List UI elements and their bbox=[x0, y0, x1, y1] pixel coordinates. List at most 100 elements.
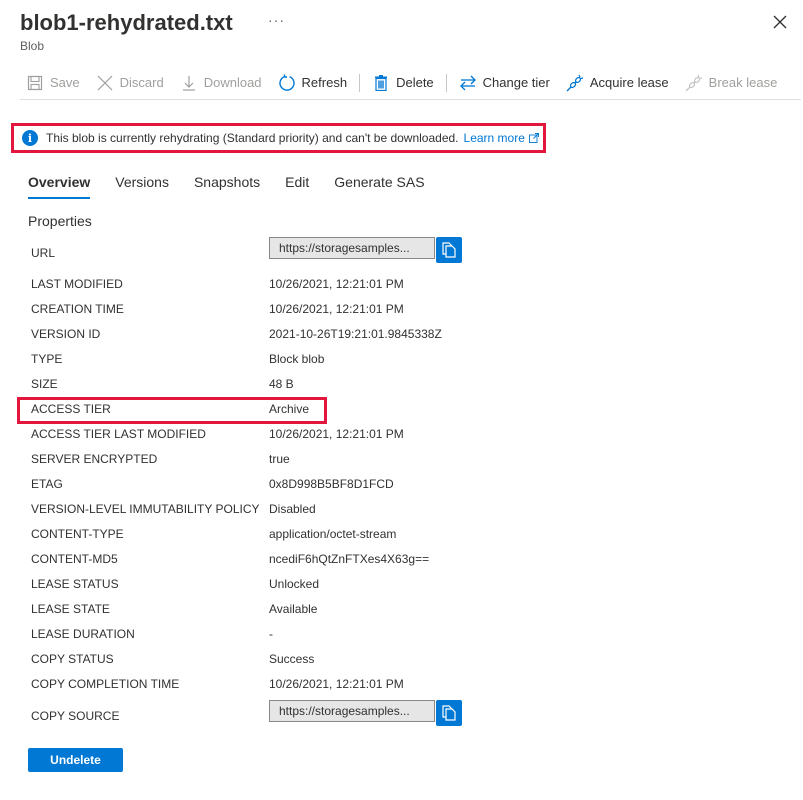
close-icon bbox=[773, 15, 787, 29]
tab-snapshots[interactable]: Snapshots bbox=[194, 174, 260, 197]
property-row: SIZE 48 B bbox=[31, 374, 294, 394]
break-lease-label: Break lease bbox=[708, 75, 778, 90]
refresh-icon bbox=[278, 74, 296, 92]
property-row-url: URL bbox=[31, 243, 269, 263]
property-row: LEASE DURATION - bbox=[31, 624, 273, 644]
undelete-button[interactable]: Undelete bbox=[28, 748, 123, 772]
property-row: ACCESS TIER LAST MODIFIED 10/26/2021, 12:… bbox=[31, 424, 404, 444]
url-field[interactable]: https://storagesamples... bbox=[269, 237, 435, 259]
property-label: CONTENT-TYPE bbox=[31, 527, 124, 541]
property-value: Block blob bbox=[269, 352, 325, 366]
property-value: 10/26/2021, 12:21:01 PM bbox=[269, 302, 404, 316]
save-label: Save bbox=[50, 75, 80, 90]
property-value: Disabled bbox=[269, 502, 316, 516]
property-value: true bbox=[269, 452, 290, 466]
change-tier-icon bbox=[459, 74, 477, 92]
delete-button[interactable]: Delete bbox=[364, 71, 442, 95]
property-label: COPY STATUS bbox=[31, 652, 114, 666]
tab-versions[interactable]: Versions bbox=[115, 174, 169, 197]
property-label: LEASE DURATION bbox=[31, 627, 135, 641]
property-value: 10/26/2021, 12:21:01 PM bbox=[269, 677, 404, 691]
property-value: application/octet-stream bbox=[269, 527, 397, 541]
property-row: TYPE Block blob bbox=[31, 349, 324, 369]
page-title: blob1-rehydrated.txt bbox=[20, 10, 233, 35]
property-value: 10/26/2021, 12:21:01 PM bbox=[269, 277, 404, 291]
learn-more-label: Learn more bbox=[463, 131, 525, 145]
property-label: SIZE bbox=[31, 377, 58, 391]
info-message: This blob is currently rehydrating (Stan… bbox=[46, 131, 459, 145]
copy-source-copy-button[interactable] bbox=[436, 700, 462, 726]
toolbar-separator bbox=[445, 73, 447, 92]
property-row: CONTENT-TYPE application/octet-stream bbox=[31, 524, 396, 544]
property-value: 2021-10-26T19:21:01.9845338Z bbox=[269, 327, 442, 341]
acquire-lease-button[interactable]: Acquire lease bbox=[558, 71, 677, 95]
property-row: CONTENT-MD5 ncediF6hQtZnFTXes4X63g== bbox=[31, 549, 429, 569]
property-label: ACCESS TIER LAST MODIFIED bbox=[31, 427, 206, 441]
property-value: Unlocked bbox=[269, 577, 320, 591]
property-row: LEASE STATUS Unlocked bbox=[31, 574, 319, 594]
refresh-button[interactable]: Refresh bbox=[270, 71, 356, 95]
info-icon: i bbox=[22, 130, 38, 146]
copy-icon bbox=[442, 242, 456, 258]
property-label: SERVER ENCRYPTED bbox=[31, 452, 158, 466]
learn-more-link[interactable]: Learn more bbox=[464, 131, 539, 145]
property-row: CREATION TIME 10/26/2021, 12:21:01 PM bbox=[31, 299, 404, 319]
delete-icon bbox=[372, 74, 390, 92]
property-label: URL bbox=[31, 246, 56, 260]
acquire-lease-icon bbox=[566, 74, 584, 92]
tab-overview[interactable]: Overview bbox=[28, 174, 91, 199]
property-label: LEASE STATE bbox=[31, 602, 110, 616]
property-value: ncediF6hQtZnFTXes4X63g== bbox=[269, 552, 430, 566]
external-link-icon bbox=[528, 133, 539, 143]
rehydration-info-banner: i This blob is currently rehydrating (St… bbox=[11, 123, 546, 153]
copy-icon bbox=[442, 705, 456, 721]
discard-button[interactable]: Discard bbox=[88, 71, 172, 95]
refresh-label: Refresh bbox=[301, 75, 348, 90]
copy-url-button[interactable] bbox=[436, 237, 462, 263]
property-row: VERSION-LEVEL IMMUTABILITY POLICY Disable… bbox=[31, 499, 316, 519]
property-row: LAST MODIFIED 10/26/2021, 12:21:01 PM bbox=[31, 274, 404, 294]
download-icon bbox=[180, 74, 198, 92]
save-button[interactable]: Save bbox=[20, 71, 88, 95]
save-icon bbox=[26, 74, 44, 92]
property-label: VERSION ID bbox=[31, 327, 101, 341]
toolbar-separator bbox=[359, 73, 361, 92]
tab-edit[interactable]: Edit bbox=[285, 174, 309, 197]
property-label: VERSION-LEVEL IMMUTABILITY POLICY bbox=[31, 502, 260, 516]
property-row: SERVER ENCRYPTED true bbox=[31, 449, 290, 469]
property-label: LAST MODIFIED bbox=[31, 277, 123, 291]
change-tier-label: Change tier bbox=[482, 75, 550, 90]
tab-generate-sas[interactable]: Generate SAS bbox=[334, 174, 424, 197]
blade-header: blob1-rehydrated.txt Blob bbox=[20, 8, 233, 53]
copy-source-field[interactable]: https://storagesamples... bbox=[269, 700, 435, 722]
property-label: CONTENT-MD5 bbox=[31, 552, 118, 566]
property-row: COPY STATUS Success bbox=[31, 649, 314, 669]
command-bar: Save Discard Download Refresh Delete Cha… bbox=[20, 70, 801, 100]
discard-icon bbox=[96, 74, 114, 92]
change-tier-button[interactable]: Change tier bbox=[451, 71, 558, 95]
property-label: LEASE STATUS bbox=[31, 577, 119, 591]
break-lease-icon bbox=[685, 74, 703, 92]
tab-list: Overview Versions Snapshots Edit Generat… bbox=[28, 174, 450, 199]
download-label: Download bbox=[203, 75, 262, 90]
property-label: TYPE bbox=[31, 352, 63, 366]
download-button[interactable]: Download bbox=[172, 71, 270, 95]
break-lease-button[interactable]: Break lease bbox=[677, 71, 786, 95]
close-button[interactable] bbox=[770, 12, 790, 32]
property-row: ETAG 0x8D998B5BF8D1FCD bbox=[31, 474, 394, 494]
property-value: - bbox=[269, 627, 273, 641]
property-row-copy-source: COPY SOURCE bbox=[31, 706, 269, 726]
property-label: COPY COMPLETION TIME bbox=[31, 677, 180, 691]
discard-label: Discard bbox=[119, 75, 164, 90]
page-subtitle: Blob bbox=[20, 39, 45, 53]
property-value: 48 B bbox=[269, 377, 294, 391]
property-label: ETAG bbox=[31, 477, 63, 491]
more-options-button[interactable]: ··· bbox=[268, 12, 285, 28]
property-value: Success bbox=[269, 652, 315, 666]
property-value: 0x8D998B5BF8D1FCD bbox=[269, 477, 394, 491]
properties-heading: Properties bbox=[28, 213, 92, 229]
property-value: 10/26/2021, 12:21:01 PM bbox=[269, 427, 404, 441]
property-label: CREATION TIME bbox=[31, 302, 124, 316]
property-row: COPY COMPLETION TIME 10/26/2021, 12:21:01… bbox=[31, 674, 404, 694]
delete-label: Delete bbox=[396, 75, 434, 90]
